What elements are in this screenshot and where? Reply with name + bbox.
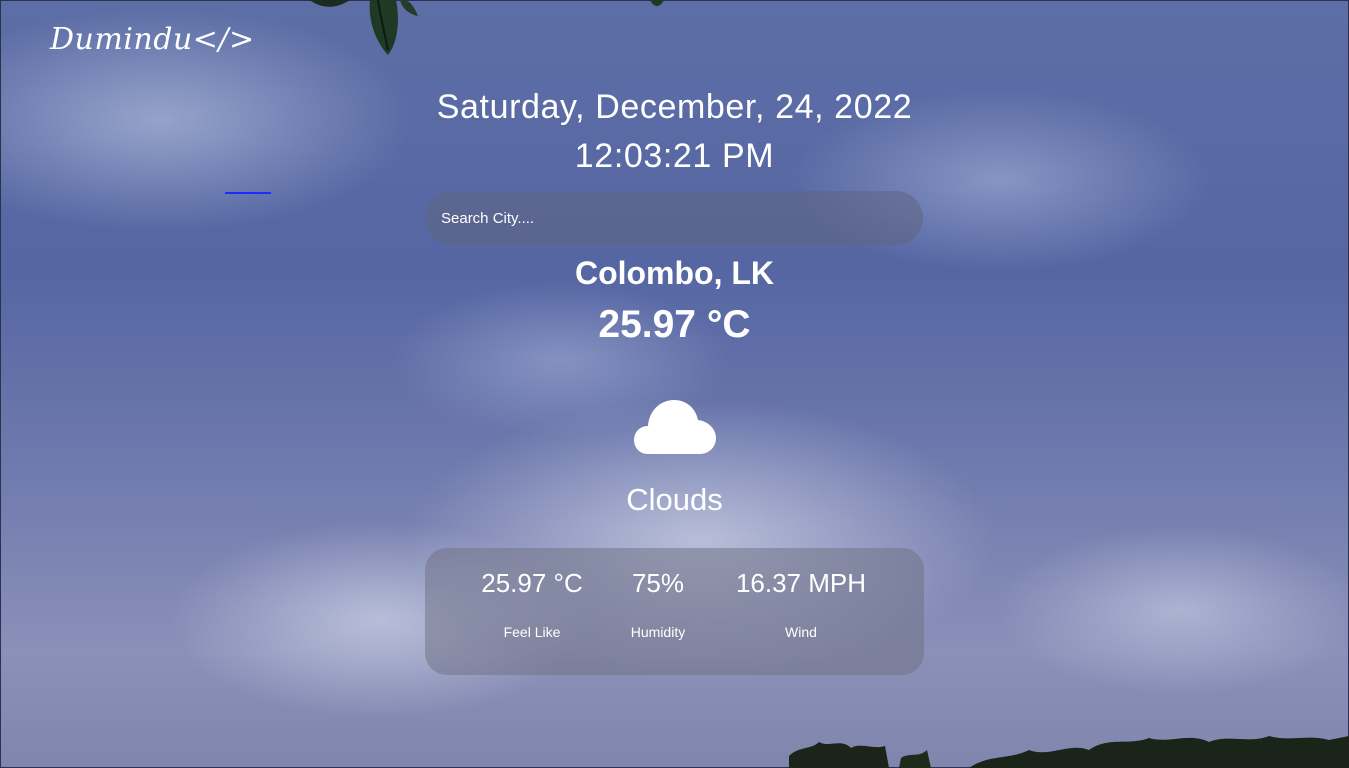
current-date: Saturday, December, 24, 2022	[436, 88, 913, 126]
weather-condition: Clouds	[626, 482, 723, 517]
wind-label: Wind	[785, 624, 817, 640]
accent-underline	[225, 192, 271, 194]
wind-value: 16.37 MPH	[735, 568, 867, 598]
humidity-label: Humidity	[630, 624, 686, 640]
current-time: 12:03:21 PM	[574, 137, 775, 175]
cloud-icon	[634, 400, 716, 454]
weather-details-panel: 25.97 °C Feel Like 75% Humidity 16.37 MP…	[425, 548, 924, 675]
feels-like-value: 25.97 °C	[481, 568, 583, 598]
city-name: Colombo, LK	[574, 255, 775, 291]
humidity-stat: 75% Humidity	[608, 548, 708, 675]
temperature-value: 25.97 °C	[598, 303, 751, 346]
leaf-tip-decoration	[650, 0, 664, 6]
wind-stat: 16.37 MPH Wind	[721, 548, 881, 675]
brand-logo[interactable]: Dumindu</>	[50, 22, 255, 57]
feels-like-label: Feel Like	[503, 624, 561, 640]
trees-decoration	[789, 736, 1349, 768]
humidity-value: 75%	[631, 568, 685, 598]
feels-like-stat: 25.97 °C Feel Like	[457, 548, 607, 675]
leaves-decoration	[310, 0, 418, 55]
search-city-input[interactable]	[425, 191, 923, 245]
